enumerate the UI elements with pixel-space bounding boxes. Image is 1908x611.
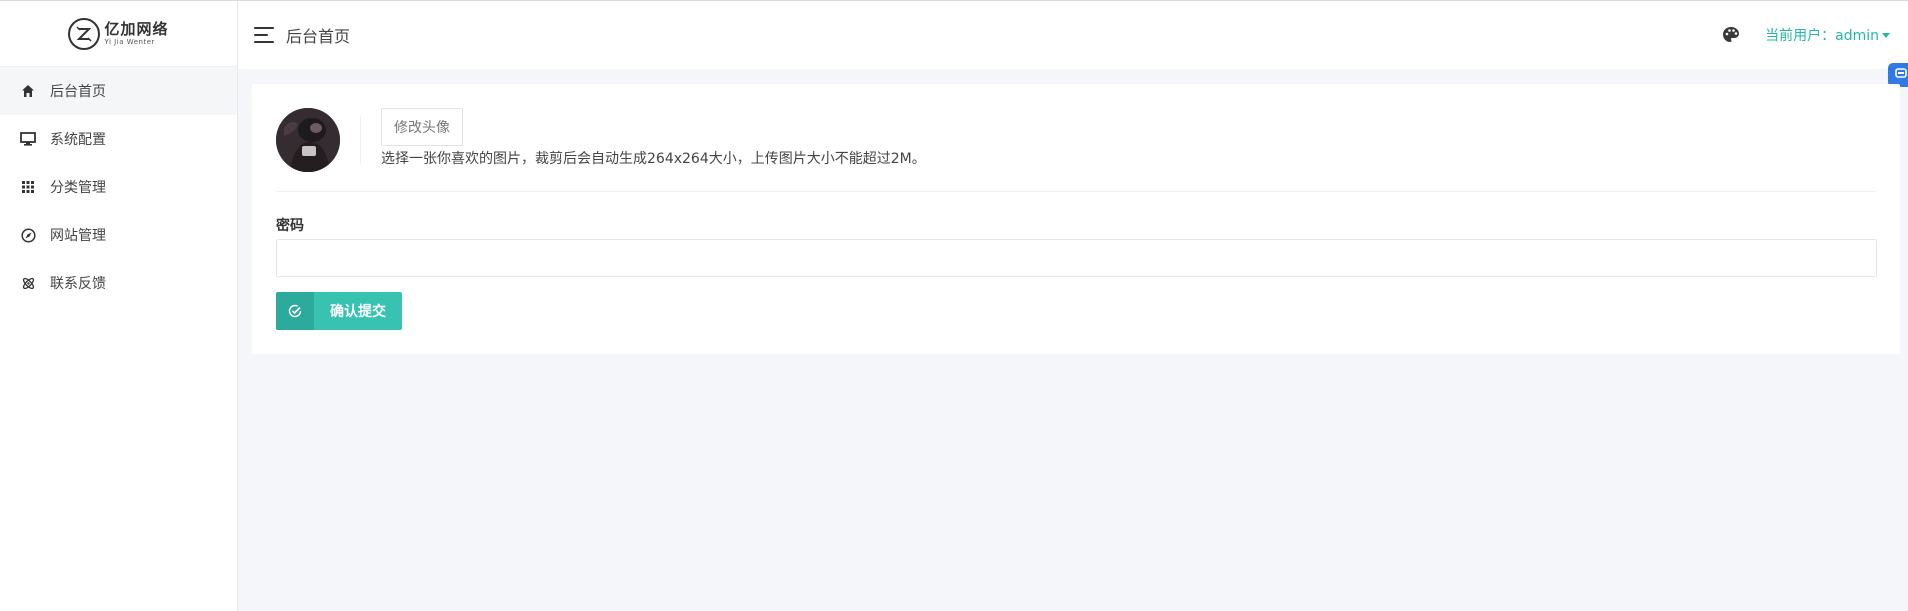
compass-icon	[20, 227, 36, 243]
sidebar-nav: 后台首页 系统配置 分类管理 网站管理 联系反馈	[0, 67, 237, 307]
sidebar-item-website[interactable]: 网站管理	[0, 211, 237, 259]
submit-button[interactable]: 确认提交	[276, 292, 402, 330]
sidebar-item-label: 网站管理	[50, 228, 106, 244]
logo-text: 亿加网络	[104, 19, 169, 38]
logo[interactable]: 亿加网络 Yi Jia Wenter	[0, 1, 237, 67]
sidebar-item-feedback[interactable]: 联系反馈	[0, 259, 237, 307]
sidebar-item-label: 后台首页	[50, 84, 106, 100]
section-divider	[276, 191, 1876, 192]
palette-icon[interactable]	[1721, 25, 1741, 45]
sidebar-item-category[interactable]: 分类管理	[0, 163, 237, 211]
sidebar-item-system-config[interactable]: 系统配置	[0, 115, 237, 163]
current-user-menu[interactable]: 当前用户：admin	[1765, 25, 1890, 45]
password-input[interactable]	[276, 239, 1877, 277]
sidebar-item-home[interactable]: 后台首页	[0, 67, 237, 115]
caret-down-icon	[1882, 32, 1890, 38]
page-title: 后台首页	[286, 27, 351, 46]
top-header: 后台首页 当前用户：admin	[238, 1, 1908, 69]
divider	[360, 116, 361, 164]
check-circle-icon	[276, 292, 314, 330]
monitor-icon	[20, 131, 36, 147]
profile-card: 修改头像 选择一张你喜欢的图片，裁剪后会自动生成264x264大小，上传图片大小…	[252, 84, 1900, 354]
grid-icon	[20, 179, 36, 195]
avatar-section: 修改头像 选择一张你喜欢的图片，裁剪后会自动生成264x264大小，上传图片大小…	[276, 108, 1876, 194]
current-user-label: 当前用户：admin	[1765, 28, 1879, 44]
submit-label: 确认提交	[330, 304, 386, 320]
avatar-hint: 选择一张你喜欢的图片，裁剪后会自动生成264x264大小，上传图片大小不能超过2…	[381, 151, 926, 167]
edge-tab-icon	[1895, 67, 1907, 83]
atom-icon	[20, 275, 36, 291]
change-avatar-button[interactable]: 修改头像	[381, 108, 463, 146]
logo-mark-icon	[68, 17, 101, 50]
logo-subtext: Yi Jia Wenter	[104, 37, 155, 46]
sidebar-item-label: 联系反馈	[50, 276, 106, 292]
avatar	[276, 108, 340, 172]
password-label: 密码	[276, 218, 304, 234]
home-icon	[20, 83, 36, 99]
menu-toggle-icon[interactable]	[254, 27, 274, 43]
sidebar-item-label: 分类管理	[50, 180, 106, 196]
sidebar-item-label: 系统配置	[50, 132, 106, 148]
sidebar: 亿加网络 Yi Jia Wenter 后台首页 系统配置 分类管理 网站管理 联…	[0, 1, 238, 611]
